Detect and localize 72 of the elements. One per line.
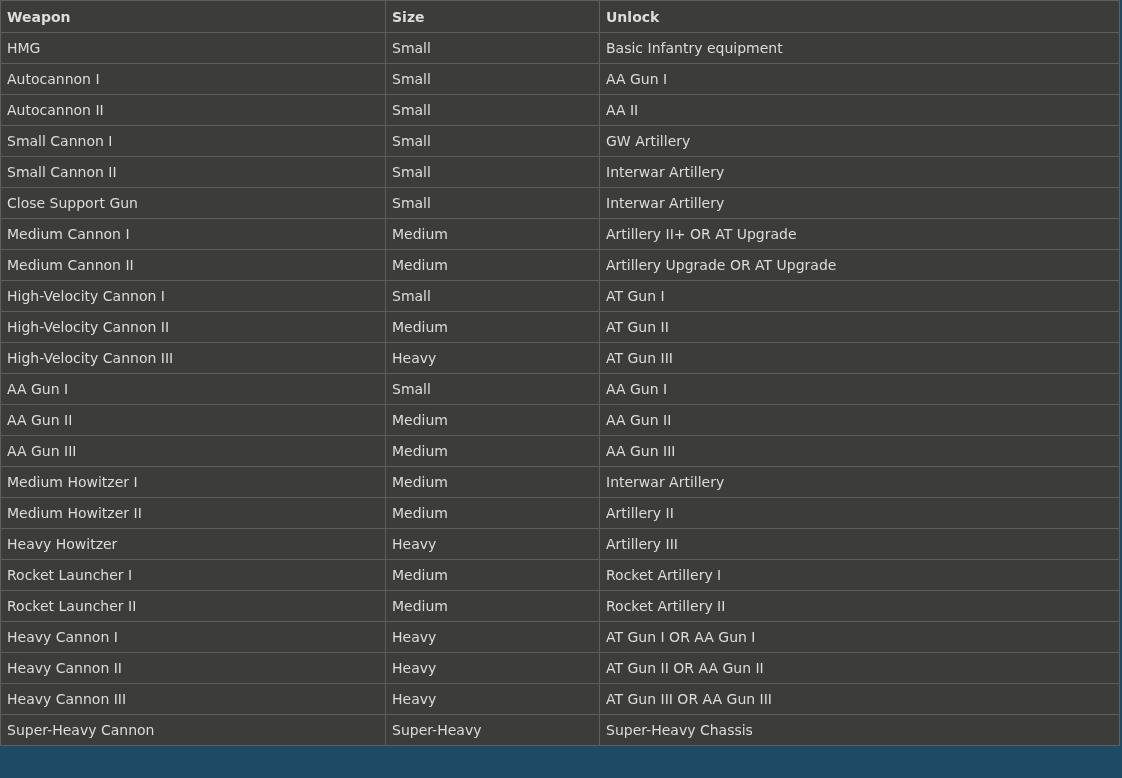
table-cell: Autocannon I bbox=[0, 63, 386, 95]
table-cell: Medium bbox=[385, 218, 600, 250]
table-cell: Small bbox=[385, 156, 600, 188]
table-cell: Small bbox=[385, 373, 600, 405]
table-cell: Interwar Artillery bbox=[599, 156, 1120, 188]
table-cell: GW Artillery bbox=[599, 125, 1120, 157]
table-cell: Artillery Upgrade OR AT Upgrade bbox=[599, 249, 1120, 281]
table-cell: Heavy bbox=[385, 621, 600, 653]
table-cell: Medium Cannon II bbox=[0, 249, 386, 281]
table-cell: Rocket Artillery II bbox=[599, 590, 1120, 622]
table-cell: AA Gun I bbox=[599, 63, 1120, 95]
table-cell: Medium bbox=[385, 249, 600, 281]
table-cell: AT Gun III bbox=[599, 342, 1120, 374]
table-cell: High-Velocity Cannon II bbox=[0, 311, 386, 343]
table-cell: Medium bbox=[385, 559, 600, 591]
table-cell: AT Gun II OR AA Gun II bbox=[599, 652, 1120, 684]
table-cell: Artillery II bbox=[599, 497, 1120, 529]
table-cell: AA Gun I bbox=[0, 373, 386, 405]
table-cell: AT Gun II bbox=[599, 311, 1120, 343]
column-header: Weapon bbox=[0, 0, 386, 33]
table-cell: Small bbox=[385, 94, 600, 126]
table-cell: High-Velocity Cannon III bbox=[0, 342, 386, 374]
table-cell: Heavy Cannon I bbox=[0, 621, 386, 653]
table-cell: Heavy bbox=[385, 683, 600, 715]
table-cell: Small Cannon II bbox=[0, 156, 386, 188]
table-cell: AA Gun II bbox=[599, 404, 1120, 436]
table-cell: AT Gun I bbox=[599, 280, 1120, 312]
table-cell: Super-Heavy bbox=[385, 714, 600, 746]
table-cell: AA II bbox=[599, 94, 1120, 126]
table-cell: Close Support Gun bbox=[0, 187, 386, 219]
table-cell: Artillery III bbox=[599, 528, 1120, 560]
table-cell: Small bbox=[385, 32, 600, 64]
table-cell: AA Gun III bbox=[599, 435, 1120, 467]
table-cell: Rocket Launcher II bbox=[0, 590, 386, 622]
table-cell: Medium Howitzer I bbox=[0, 466, 386, 498]
table-cell: Medium bbox=[385, 590, 600, 622]
table-cell: Artillery II+ OR AT Upgrade bbox=[599, 218, 1120, 250]
table-cell: Autocannon II bbox=[0, 94, 386, 126]
table-cell: AT Gun III OR AA Gun III bbox=[599, 683, 1120, 715]
table-cell: Heavy Cannon II bbox=[0, 652, 386, 684]
table-cell: AA Gun II bbox=[0, 404, 386, 436]
table-cell: Medium bbox=[385, 311, 600, 343]
table-cell: Rocket Launcher I bbox=[0, 559, 386, 591]
column-header: Unlock bbox=[599, 0, 1120, 33]
table-cell: Small bbox=[385, 187, 600, 219]
table-cell: Interwar Artillery bbox=[599, 187, 1120, 219]
table-cell: Heavy bbox=[385, 528, 600, 560]
table-cell: High-Velocity Cannon I bbox=[0, 280, 386, 312]
table-cell: Small Cannon I bbox=[0, 125, 386, 157]
table-cell: Super-Heavy Cannon bbox=[0, 714, 386, 746]
table-cell: Interwar Artillery bbox=[599, 466, 1120, 498]
table-cell: Rocket Artillery I bbox=[599, 559, 1120, 591]
table-cell: Basic Infantry equipment bbox=[599, 32, 1120, 64]
table-cell: AA Gun I bbox=[599, 373, 1120, 405]
table-cell: Medium Howitzer II bbox=[0, 497, 386, 529]
table-cell: Small bbox=[385, 125, 600, 157]
table-cell: Super-Heavy Chassis bbox=[599, 714, 1120, 746]
table-cell: Heavy bbox=[385, 342, 600, 374]
table-cell: Medium bbox=[385, 466, 600, 498]
table-cell: Heavy Howitzer bbox=[0, 528, 386, 560]
table-cell: HMG bbox=[0, 32, 386, 64]
table-cell: AT Gun I OR AA Gun I bbox=[599, 621, 1120, 653]
table-cell: AA Gun III bbox=[0, 435, 386, 467]
table-cell: Heavy Cannon III bbox=[0, 683, 386, 715]
table-cell: Medium bbox=[385, 435, 600, 467]
column-header: Size bbox=[385, 0, 600, 33]
table-cell: Medium Cannon I bbox=[0, 218, 386, 250]
table-cell: Small bbox=[385, 280, 600, 312]
table-cell: Medium bbox=[385, 497, 600, 529]
table-cell: Medium bbox=[385, 404, 600, 436]
table-cell: Small bbox=[385, 63, 600, 95]
table-cell: Heavy bbox=[385, 652, 600, 684]
